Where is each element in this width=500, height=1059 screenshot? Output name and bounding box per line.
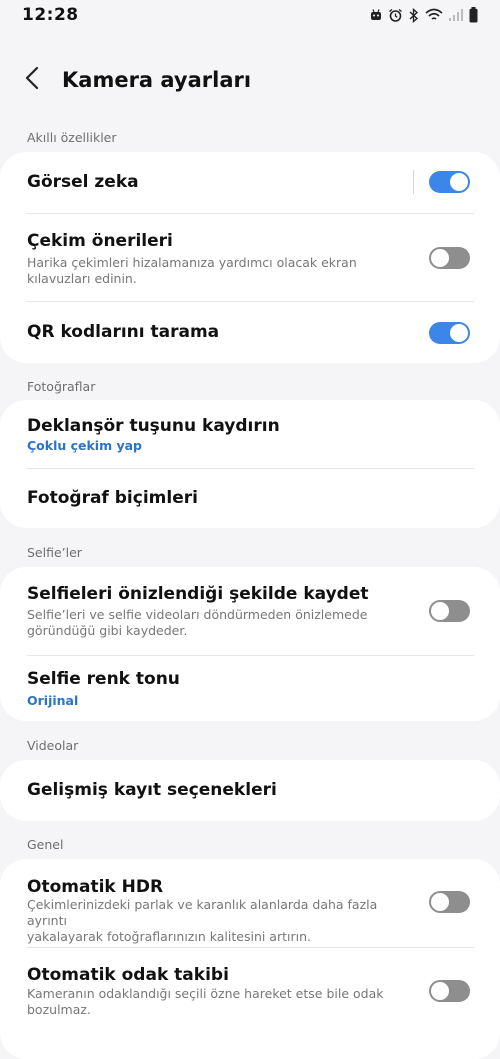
chevron-left-icon [24,66,40,94]
setting-qr-scan[interactable]: QR kodlarını tarama [0,302,500,363]
setting-visual-intelligence[interactable]: Görsel zeka [0,152,500,212]
toggle-knob [431,893,449,911]
setting-photo-formats[interactable]: Fotoğraf biçimleri [0,469,500,528]
bluetooth-icon [408,7,420,23]
setting-description: Kameranın odaklandığı seçili özne hareke… [27,986,387,1018]
setting-shutter-swipe[interactable]: Deklanşör tuşunu kaydırın Çoklu çekim ya… [0,400,500,468]
card-selfies: Selfieleri önizlendiği şekilde kaydet Se… [0,567,500,721]
setting-description: Harika çekimleri hizalamanıza yardımcı o… [27,255,387,287]
setting-title: Gelişmiş kayıt seçenekleri [27,780,277,800]
section-label-selfies: Selfie’ler [27,545,82,560]
description-line: yakalayarak fotoğraflarınızın kalitesini… [27,929,311,944]
section-label-smart-features: Akıllı özellikler [27,130,117,145]
toggle-knob [431,249,449,267]
status-time: 12:28 [22,5,79,25]
shot-suggestions-toggle[interactable] [429,247,470,269]
setting-title: Çekim önerileri [27,231,173,251]
setting-save-selfies-as-previewed[interactable]: Selfieleri önizlendiği şekilde kaydet Se… [0,567,500,655]
signal-icon [448,8,464,22]
setting-title: Deklanşör tuşunu kaydırın [27,416,280,436]
card-smart-features: Görsel zeka Çekim önerileri Harika çekim… [0,152,500,363]
description-line: göründüğü gibi kaydeder. [27,623,188,638]
description-line: Kameranın odaklandığı seçili özne hareke… [27,986,384,1001]
battery-icon [469,7,478,23]
description-line: bozulmaz. [27,1002,91,1017]
card-videos: Gelişmiş kayıt seçenekleri [0,760,500,821]
setting-value: Orijinal [27,693,79,708]
setting-shot-suggestions[interactable]: Çekim önerileri Harika çekimleri hizalam… [0,214,500,301]
page-title: Kamera ayarları [62,68,252,92]
setting-advanced-recording[interactable]: Gelişmiş kayıt seçenekleri [0,760,500,821]
status-icons [369,7,478,23]
wifi-icon [425,8,443,22]
setting-title: Fotoğraf biçimleri [27,488,198,508]
setting-title: Otomatik odak takibi [27,965,229,985]
row-divider-vertical [413,170,414,194]
setting-description: Selfie’leri ve selfie videoları döndürme… [27,607,387,639]
setting-title: QR kodlarını tarama [27,322,220,342]
section-label-general: Genel [27,837,64,852]
setting-value: Çoklu çekim yap [27,438,143,453]
section-label-videos: Videolar [27,738,79,753]
toggle-knob [431,982,449,1000]
setting-description: Çekimlerinizdeki parlak ve karanlık alan… [27,897,397,945]
setting-title: Selfie renk tonu [27,669,180,689]
visual-intelligence-toggle[interactable] [429,171,470,193]
description-line: Çekimlerinizdeki parlak ve karanlık alan… [27,897,378,928]
back-button[interactable] [24,60,52,100]
qr-scan-toggle[interactable] [429,322,470,344]
description-line: Selfie’leri ve selfie videoları döndürme… [27,607,368,622]
setting-tracking-af[interactable]: Otomatik odak takibi Kameranın odaklandı… [0,948,500,1059]
save-selfies-toggle[interactable] [429,600,470,622]
setting-title: Görsel zeka [27,172,139,192]
auto-hdr-toggle[interactable] [429,891,470,913]
tracking-af-toggle[interactable] [429,980,470,1002]
setting-auto-hdr[interactable]: Otomatik HDR Çekimlerinizdeki parlak ve … [0,859,500,947]
toggle-knob [431,602,449,620]
setting-title: Otomatik HDR [27,877,164,897]
android-icon [369,8,383,22]
section-label-photos: Fotoğraflar [27,379,96,394]
card-general: Otomatik HDR Çekimlerinizdeki parlak ve … [0,859,500,1059]
toggle-knob [450,324,468,342]
card-photos: Deklanşör tuşunu kaydırın Çoklu çekim ya… [0,400,500,528]
description-line: kılavuzları edinin. [27,271,137,286]
status-bar: 12:28 [0,0,500,30]
toggle-knob [450,173,468,191]
description-line: Harika çekimleri hizalamanıza yardımcı o… [27,255,357,270]
app-header: Kamera ayarları [0,55,500,105]
setting-selfie-tone[interactable]: Selfie renk tonu Orijinal [0,656,500,721]
setting-title: Selfieleri önizlendiği şekilde kaydet [27,584,369,604]
alarm-icon [388,8,403,23]
